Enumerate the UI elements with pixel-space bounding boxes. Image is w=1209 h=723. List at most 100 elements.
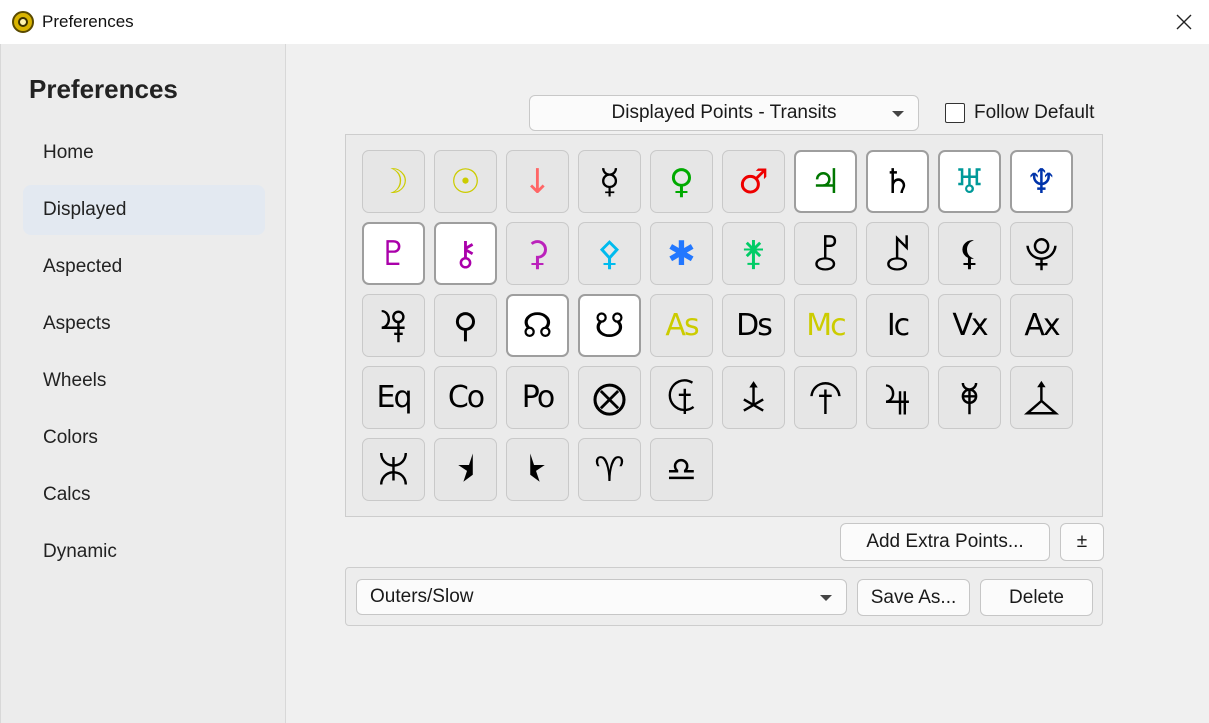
symbol-toggle-button[interactable]: ☽ [362, 150, 425, 213]
preset-value: Outers/Slow [370, 586, 474, 607]
symbol-toggle-button[interactable]: ☉ [434, 150, 497, 213]
zeus-icon: ⯢ [741, 377, 766, 418]
symbol-toggle-button[interactable]: ⯣ [794, 366, 857, 429]
plus-minus-button[interactable]: ± [1060, 523, 1104, 561]
apollon-icon: ⯤ [884, 377, 911, 418]
window-title: Preferences [42, 12, 134, 31]
symbol-toggle-button[interactable]: ⯠ [362, 294, 425, 357]
mercury-icon: ☿ [599, 161, 620, 202]
symbol-toggle-button[interactable]: ♅ [938, 150, 1001, 213]
pluto-icon: ♇ [378, 233, 409, 274]
symbol-toggle-button[interactable]: Ds [722, 294, 785, 357]
symbol-toggle-button[interactable]: ☿ [578, 150, 641, 213]
symbol-toggle-button[interactable]: Eq [362, 366, 425, 429]
symbol-toggle-button[interactable]: ⯡ [650, 366, 713, 429]
sidebar-item-dynamic[interactable]: Dynamic [23, 527, 265, 577]
chariklo-icon: ⯜ [885, 233, 910, 274]
save-as-button[interactable]: Save As... [857, 579, 970, 616]
symbol-toggle-button[interactable]: ⚲ [434, 294, 497, 357]
symbol-grid: ☽ ☉ ↓ ☿ ♀ ♂ ♃ ♄ ♅ ♆ ♇ ⚷ ⚳ ⚴ ✱ ⚵ ⯛ ⯜ ⚸ ⯓ ⯠ ⚲ ☊ ☋ As Ds Mc Ic Vx Ax Eq Co… [362, 150, 1073, 501]
earth-icon: ⨂ [592, 377, 627, 418]
symbol-toggle-button[interactable]: ♃ [794, 150, 857, 213]
symbol-toggle-button[interactable]: As [650, 294, 713, 357]
symbol-toggle-button[interactable]: Vx [938, 294, 1001, 357]
lilith-icon: ⚸ [957, 233, 982, 274]
antivertex-icon: Ax [1024, 307, 1060, 343]
equatorial-asc-icon: Eq [376, 379, 413, 415]
sidebar-item-displayed[interactable]: Displayed [23, 185, 265, 235]
symbol-toggle-button[interactable]: Ic [866, 294, 929, 357]
juno-icon: ✱ [667, 233, 696, 274]
symbol-toggle-button[interactable]: ⯨ [434, 438, 497, 501]
nessus-icon: ⯠ [380, 305, 407, 346]
symbol-toggle-button[interactable]: Co [434, 366, 497, 429]
saturn-icon: ♄ [882, 161, 913, 202]
symbol-toggle-button[interactable]: ♄ [866, 150, 929, 213]
pholus-icon: ⯛ [813, 233, 838, 274]
jupiter-icon: ♃ [810, 161, 841, 202]
part-fortune-icon: ⚲ [453, 305, 478, 346]
symbol-toggle-button[interactable]: ♇ [362, 222, 425, 285]
delete-button[interactable]: Delete [980, 579, 1093, 616]
symbol-toggle-button[interactable]: ⯜ [866, 222, 929, 285]
symbol-toggle-button[interactable]: Po [506, 366, 569, 429]
app-logo-icon [12, 11, 34, 33]
displayed-set-value: Displayed Points - Transits [611, 102, 837, 123]
moon-icon: ☽ [378, 161, 409, 202]
desc-icon: Ds [736, 307, 773, 343]
symbol-toggle-button[interactable]: ⯓ [1010, 222, 1073, 285]
symbol-toggle-button[interactable]: ⚴ [578, 222, 641, 285]
follow-default-checkbox[interactable] [945, 103, 965, 123]
symbol-toggle-button[interactable]: ⯧ [362, 438, 425, 501]
symbol-toggle-button[interactable]: ⚸ [938, 222, 1001, 285]
close-icon [1176, 14, 1192, 30]
symbol-toggle-button[interactable]: ☋ [578, 294, 641, 357]
polar-asc-icon: Po [521, 379, 555, 415]
displayed-set-dropdown[interactable]: Displayed Points - Transits [529, 95, 919, 131]
symbol-toggle-button[interactable]: ☊ [506, 294, 569, 357]
symbol-toggle-button[interactable]: ⯛ [794, 222, 857, 285]
symbol-toggle-button[interactable]: ⯤ [866, 366, 929, 429]
poseidon-icon: ⯧ [378, 449, 409, 490]
preset-dropdown[interactable]: Outers/Slow [356, 579, 847, 615]
sidebar-item-aspects[interactable]: Aspects [23, 299, 265, 349]
symbol-toggle-button[interactable]: Ax [1010, 294, 1073, 357]
vulkanus-icon: ⯦ [1022, 377, 1061, 418]
symbol-toggle-button[interactable]: Mc [794, 294, 857, 357]
close-button[interactable] [1159, 0, 1209, 44]
title-bar: Preferences [0, 0, 1209, 44]
kronos-icon: ⯣ [808, 377, 843, 418]
symbol-toggle-button[interactable]: ⯦ [1010, 366, 1073, 429]
symbol-toggle-button[interactable]: ⨂ [578, 366, 641, 429]
sidebar-item-home[interactable]: Home [23, 128, 265, 178]
co-asc-icon: Co [447, 379, 485, 415]
symbol-toggle-button[interactable]: ⚷ [434, 222, 497, 285]
chiron-icon: ⚷ [453, 233, 478, 274]
follow-default-toggle[interactable]: Follow Default [945, 102, 1094, 124]
symbol-toggle-button[interactable]: ♀ [650, 150, 713, 213]
ic-icon: Ic [886, 307, 910, 343]
symbol-toggle-button[interactable]: ⯩ [506, 438, 569, 501]
preset-panel: Outers/Slow Save As... Delete [345, 567, 1103, 626]
admetos-icon: ⯥ [959, 377, 980, 418]
symbol-toggle-button[interactable]: ♈ [578, 438, 641, 501]
sidebar-item-colors[interactable]: Colors [23, 413, 265, 463]
true-lilith-icon: ⯓ [1024, 233, 1059, 274]
north-node-icon: ☊ [522, 305, 553, 346]
symbol-toggle-button[interactable]: ⯢ [722, 366, 785, 429]
symbol-toggle-button[interactable]: ⚳ [506, 222, 569, 285]
symbol-toggle-button[interactable]: ♂ [722, 150, 785, 213]
symbol-toggle-button[interactable]: ✱ [650, 222, 713, 285]
mc-icon: Mc [806, 307, 846, 343]
sidebar-item-aspected[interactable]: Aspected [23, 242, 265, 292]
neptune-icon: ♆ [1026, 161, 1057, 202]
symbol-toggle-button[interactable]: ♎ [650, 438, 713, 501]
sidebar-item-calcs[interactable]: Calcs [23, 470, 265, 520]
symbol-toggle-button[interactable]: ⚵ [722, 222, 785, 285]
symbol-toggle-button[interactable]: ⯥ [938, 366, 1001, 429]
hades-icon: ⯡ [666, 377, 697, 418]
add-extra-points-button[interactable]: Add Extra Points... [840, 523, 1050, 561]
symbol-toggle-button[interactable]: ♆ [1010, 150, 1073, 213]
sidebar-item-wheels[interactable]: Wheels [23, 356, 265, 406]
symbol-toggle-button[interactable]: ↓ [506, 150, 569, 213]
